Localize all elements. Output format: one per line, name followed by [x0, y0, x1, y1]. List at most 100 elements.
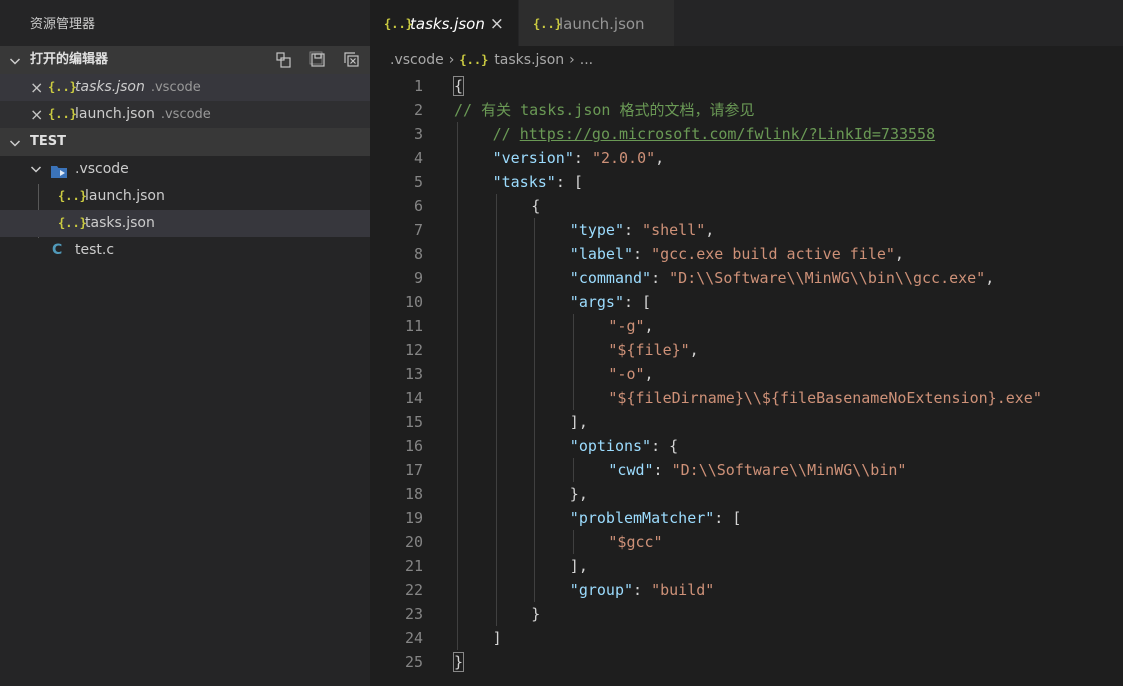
code-line: 3 // https://go.microsoft.com/fwlink/?Lin… [370, 122, 1123, 146]
line-number: 8 [413, 245, 423, 263]
json-string: "gcc.exe build active file" [651, 245, 895, 263]
close-icon[interactable]: × [30, 74, 43, 101]
line-number: 20 [404, 533, 423, 551]
json-key: "tasks" [492, 173, 556, 191]
json-key: "group" [569, 581, 634, 599]
code-punctuation: } [531, 605, 541, 623]
code-line: 6{ [370, 194, 1123, 218]
close-icon[interactable]: × [490, 0, 504, 48]
code-line: 13 "-o", [370, 362, 1123, 386]
breadcrumb-folder[interactable]: .vscode [390, 46, 444, 74]
tree-label: tasks.json [85, 215, 155, 231]
code-punctuation: : [633, 245, 652, 263]
code-text: "options": { [570, 434, 678, 458]
code-text: "-g", [608, 314, 653, 338]
code-line: 19 "problemMatcher": [ [370, 506, 1123, 530]
code-punctuation: }, [569, 485, 588, 503]
json-key: "args" [569, 293, 624, 311]
close-all-icon[interactable] [342, 50, 362, 70]
code-punctuation: { [531, 197, 541, 215]
code-line: 8 "label": "gcc.exe build active file", [370, 242, 1123, 266]
code-line: 5 "tasks": [ [370, 170, 1123, 194]
tree-file-test-c[interactable]: C test.c [0, 237, 370, 264]
code-line: 16 "options": { [370, 434, 1123, 458]
tree-folder-vscode[interactable]: .vscode [0, 156, 370, 183]
code-line: 14 "${fileDirname}\\${fileBasenameNoExten… [370, 386, 1123, 410]
code-text: "group": "build" [570, 578, 715, 602]
code-editor[interactable]: 1{2// 有关 tasks.json 格式的文档，请参见 3// https:/… [370, 74, 1123, 686]
breadcrumb: .vscode › {..} tasks.json ›... [370, 46, 1123, 74]
code-text: "args": [ [570, 290, 651, 314]
open-editor-dir: .vscode [160, 107, 211, 122]
tab-label: tasks.json [410, 15, 485, 33]
tree-file-tasks[interactable]: {..} tasks.json [0, 210, 370, 237]
save-all-icon[interactable] [308, 50, 328, 70]
json-file-icon: {..} [384, 17, 413, 31]
json-string: "${file}" [608, 341, 690, 359]
breadcrumb-file[interactable]: tasks.json [494, 46, 564, 74]
code-text: "command": "D:\\Software\\MinWG\\bin\\gc… [570, 266, 994, 290]
line-number: 22 [404, 581, 423, 599]
indent-guide [534, 218, 536, 602]
indent-guide [572, 458, 574, 482]
code-line: 22 "group": "build" [370, 578, 1123, 602]
open-editor-dir: .vscode [150, 80, 201, 95]
open-editor-item-launch[interactable]: × {..} launch.json .vscode [0, 101, 370, 128]
json-string: "-o" [608, 365, 645, 383]
code-line: 20 "$gcc" [370, 530, 1123, 554]
line-number: 21 [404, 557, 423, 575]
code-punctuation: ], [569, 413, 588, 431]
code-line: 21], [370, 554, 1123, 578]
code-line: 25} [370, 650, 1123, 674]
json-string: "$gcc" [608, 533, 663, 551]
json-file-icon: {..} [48, 80, 77, 94]
code-line: 12 "${file}", [370, 338, 1123, 362]
line-number: 9 [413, 269, 423, 287]
line-number: 25 [404, 653, 423, 671]
code-text: "problemMatcher": [ [570, 506, 742, 530]
tree-file-launch[interactable]: {..} launch.json [0, 183, 370, 210]
code-text: "tasks": [ [493, 170, 583, 194]
chevron-down-icon [9, 128, 23, 156]
chevron-right-icon: › [569, 52, 575, 68]
close-icon[interactable]: × [30, 101, 43, 128]
code-line: 10 "args": [ [370, 290, 1123, 314]
workspace-header[interactable]: TEST [0, 128, 370, 156]
code-punctuation: , [644, 365, 654, 383]
line-number: 12 [404, 341, 423, 359]
code-link[interactable]: https://go.microsoft.com/fwlink/?LinkId=… [520, 125, 935, 143]
open-editors-header[interactable]: 打开的编辑器 [0, 46, 370, 74]
line-number: 11 [404, 317, 423, 335]
open-editor-filename: launch.json [75, 106, 155, 122]
tree-label: test.c [75, 242, 115, 258]
code-punctuation: , [985, 269, 995, 287]
code-punctuation: : [573, 149, 592, 167]
editor-tab-bar: {..} tasks.json × {..} launch.json [370, 0, 1123, 46]
tab-tasks-json[interactable]: {..} tasks.json × [370, 0, 518, 46]
code-text: { [531, 194, 540, 218]
new-untitled-file-icon[interactable] [274, 50, 294, 70]
tab-launch-json[interactable]: {..} launch.json [519, 0, 674, 46]
line-number: 7 [413, 221, 423, 239]
line-number: 4 [413, 149, 423, 167]
open-editor-item-tasks[interactable]: × {..} tasks.json .vscode [0, 74, 370, 101]
line-number: 5 [413, 173, 423, 191]
code-punctuation: ], [569, 557, 588, 575]
json-file-icon: {..} [58, 216, 87, 230]
sidebar-title: 资源管理器 [30, 17, 96, 32]
code-line: 17 "cwd": "D:\\Software\\MinWG\\bin" [370, 458, 1123, 482]
code-text: ], [570, 554, 588, 578]
breadcrumb-more[interactable]: ... [580, 46, 593, 74]
json-string: "shell" [642, 221, 706, 239]
indent-guide [572, 530, 574, 554]
code-text: "$gcc" [608, 530, 662, 554]
code-punctuation: , [655, 149, 665, 167]
json-file-icon: {..} [58, 189, 87, 203]
json-key: "version" [492, 149, 574, 167]
line-number: 18 [404, 485, 423, 503]
json-string: "-g" [608, 317, 645, 335]
open-editors-actions [274, 46, 362, 74]
code-line: 7 "type": "shell", [370, 218, 1123, 242]
chevron-right-icon: › [448, 52, 455, 68]
bracket-match-highlight [453, 652, 464, 672]
